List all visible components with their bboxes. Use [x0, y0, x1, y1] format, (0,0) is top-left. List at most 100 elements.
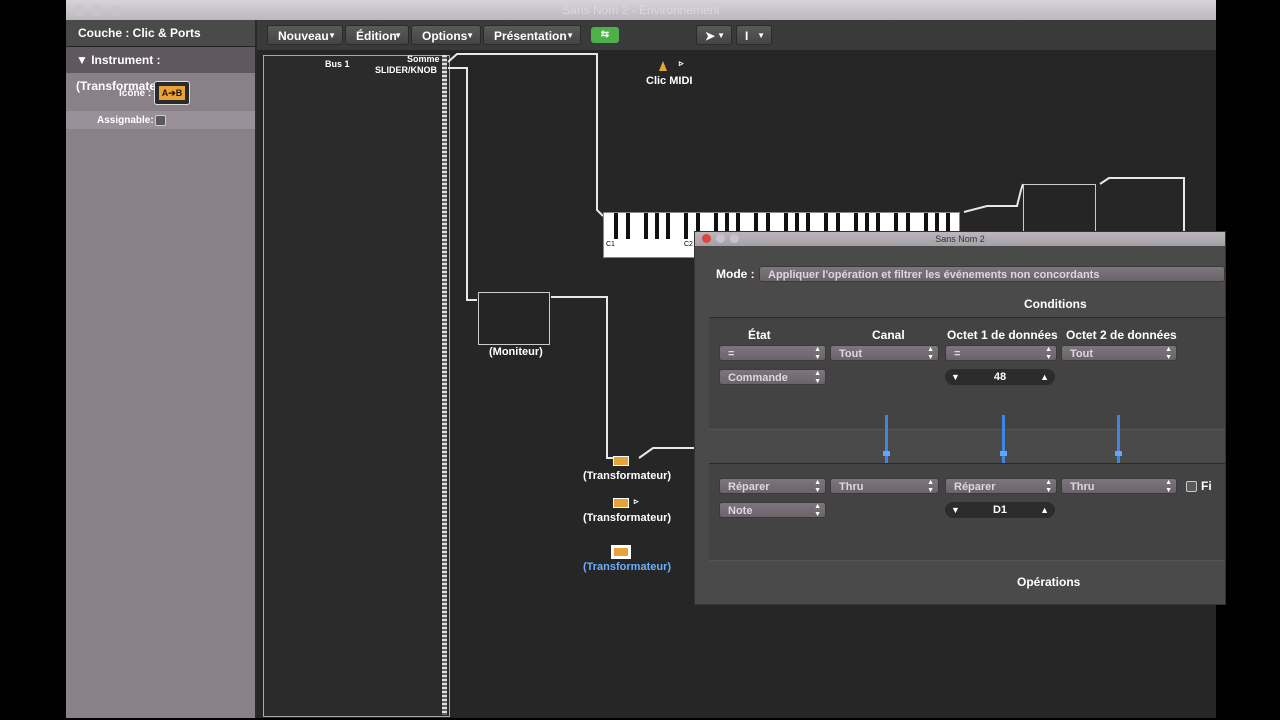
updown-icon: ▲ ▼ — [814, 370, 821, 385]
transformer-icon[interactable] — [613, 456, 629, 466]
menu-presentation[interactable]: Présentation ▼ — [483, 25, 581, 45]
condition-octet1-value: = — [954, 348, 961, 360]
transformer-label-1: (Transformateur) — [583, 470, 672, 482]
transformer-label-selected: (Transformateur) — [583, 561, 672, 573]
mode-label: Mode : — [716, 267, 755, 281]
updown-icon: ▲ ▼ — [814, 346, 821, 361]
condition-octet1-number: 48 — [993, 371, 1007, 383]
condition-etat-value: = — [728, 348, 735, 360]
updown-icon: ▲ ▼ — [927, 479, 934, 494]
transformer-icon[interactable] — [613, 547, 629, 557]
updown-icon: ▲ ▼ — [1045, 346, 1052, 361]
output-port-icon[interactable]: ▹ — [634, 496, 639, 507]
decrement-icon[interactable]: ▼ — [951, 502, 960, 518]
inspector-panel: Couche : Clic & Ports ▼ Instrument : (Tr… — [66, 20, 257, 718]
assignable-label: Assignable: — [97, 115, 154, 126]
transformer-dialog: Sans Nom 2 Mode : Appliquer l'opération … — [694, 231, 1226, 605]
chevron-down-icon: ▼ — [566, 31, 574, 40]
pointer-tool-menu[interactable]: ➤ ▼ — [696, 25, 732, 45]
canal-map-slider[interactable] — [883, 415, 890, 469]
minimize-dialog-button[interactable] — [716, 234, 725, 243]
menu-nouveau-label: Nouveau — [278, 29, 329, 43]
increment-icon[interactable]: ▲ — [1040, 502, 1049, 518]
object-box[interactable] — [1023, 184, 1096, 234]
transformer-icon: A➔B — [159, 86, 185, 100]
chevron-down-icon: ▼ — [328, 31, 336, 40]
c1-label: C1 — [606, 241, 615, 248]
condition-octet1-stepper[interactable]: ▼ 48 ▲ — [945, 369, 1055, 385]
condition-octet1-popup[interactable]: = ▲ ▼ — [945, 345, 1057, 361]
operation-octet2-popup[interactable]: Thru ▲ ▼ — [1061, 478, 1177, 494]
operation-canal-value: Thru — [839, 481, 864, 493]
clic-midi-label: Clic MIDI — [646, 75, 693, 87]
filter-checkbox[interactable] — [1186, 481, 1197, 492]
column-etat: État — [748, 328, 771, 342]
icon-label: Icône : — [119, 88, 152, 99]
operation-etat-popup[interactable]: Réparer ▲ ▼ — [719, 478, 826, 494]
filter-label: Fi — [1201, 479, 1212, 493]
transformer-label-2: (Transformateur) — [583, 512, 672, 524]
window-title: Sans Nom 2 - Environnement — [562, 3, 720, 17]
operation-type-popup[interactable]: Note ▲ ▼ — [719, 502, 826, 518]
operation-octet1-stepper[interactable]: ▼ D1 ▲ — [945, 502, 1055, 518]
metronome-icon[interactable] — [659, 61, 667, 71]
updown-icon: ▲ ▼ — [1045, 479, 1052, 494]
menu-edition-label: Édition — [356, 29, 397, 43]
title-bar: Sans Nom 2 - Environnement — [66, 0, 1216, 20]
column-canal: Canal — [872, 328, 905, 342]
operation-canal-popup[interactable]: Thru ▲ ▼ — [830, 478, 939, 494]
text-tool-menu[interactable]: I ▼ — [736, 25, 772, 45]
chevron-down-icon: ▼ — [394, 31, 402, 40]
updown-icon: ▲ ▼ — [814, 503, 821, 518]
operations-heading: Opérations — [1017, 575, 1081, 589]
link-button[interactable]: ⇆ — [591, 27, 619, 43]
column-octet2: Octet 2 de données — [1066, 328, 1177, 342]
updown-icon: ▲ ▼ — [1165, 346, 1172, 361]
condition-octet2-popup[interactable]: Tout ▲ ▼ — [1061, 345, 1177, 361]
operation-octet1-number: D1 — [992, 504, 1008, 516]
instrument-disclosure[interactable]: ▼ Instrument : (Transformateur) — [66, 47, 255, 93]
condition-octet2-value: Tout — [1070, 348, 1094, 360]
menu-options-label: Options — [422, 29, 468, 43]
monitor-object[interactable] — [478, 292, 550, 345]
octet1-map-slider[interactable] — [1000, 415, 1007, 469]
menu-nouveau[interactable]: Nouveau ▼ — [267, 25, 343, 45]
updown-icon: ▲ ▼ — [1165, 479, 1172, 494]
c2-label: C2 — [684, 241, 693, 248]
transformer-icon[interactable] — [613, 498, 629, 508]
column-octet1: Octet 1 de données — [947, 328, 1058, 342]
dialog-title: Sans Nom 2 — [935, 234, 985, 244]
decrement-icon[interactable]: ▼ — [951, 369, 960, 385]
menu-presentation-label: Présentation — [494, 29, 567, 43]
menu-edition[interactable]: Édition ▼ — [345, 25, 409, 45]
condition-etat-popup[interactable]: = ▲ ▼ — [719, 345, 826, 361]
operation-octet1-popup[interactable]: Réparer ▲ ▼ — [945, 478, 1057, 494]
operation-octet1-value: Réparer — [954, 481, 996, 493]
chevron-down-icon: ▼ — [717, 31, 725, 40]
output-port-icon[interactable]: ▹ — [679, 58, 684, 69]
toolbar: Nouveau ▼ Édition ▼ Options ▼ Présentation ▼… — [257, 20, 1216, 51]
layer-selector[interactable]: Couche : Clic & Ports — [66, 20, 255, 47]
close-icon[interactable] — [702, 234, 711, 243]
condition-canal-value: Tout — [839, 348, 863, 360]
monitor-label: (Moniteur) — [489, 346, 543, 358]
updown-icon: ▲ ▼ — [814, 479, 821, 494]
menu-options[interactable]: Options ▼ — [411, 25, 481, 45]
condition-type-popup[interactable]: Commande ▲ ▼ — [719, 369, 826, 385]
mode-popup[interactable]: Appliquer l'opération et filtrer les évé… — [759, 266, 1225, 282]
updown-icon: ▲ ▼ — [927, 346, 934, 361]
condition-type-value: Commande — [728, 372, 788, 384]
operation-type-value: Note — [728, 505, 753, 517]
pointer-icon: ➤ — [705, 29, 716, 43]
dialog-title-bar: Sans Nom 2 — [695, 232, 1225, 246]
chevron-down-icon: ▼ — [466, 31, 474, 40]
condition-canal-popup[interactable]: Tout ▲ ▼ — [830, 345, 939, 361]
icon-selector[interactable]: A➔B — [154, 81, 190, 105]
conditions-heading: Conditions — [1024, 297, 1087, 311]
zoom-dialog-button[interactable] — [730, 234, 739, 243]
operation-etat-value: Réparer — [728, 481, 770, 493]
assignable-checkbox[interactable] — [155, 115, 166, 126]
increment-icon[interactable]: ▲ — [1040, 369, 1049, 385]
chevron-down-icon: ▼ — [757, 31, 765, 40]
octet2-map-slider[interactable] — [1115, 415, 1122, 469]
